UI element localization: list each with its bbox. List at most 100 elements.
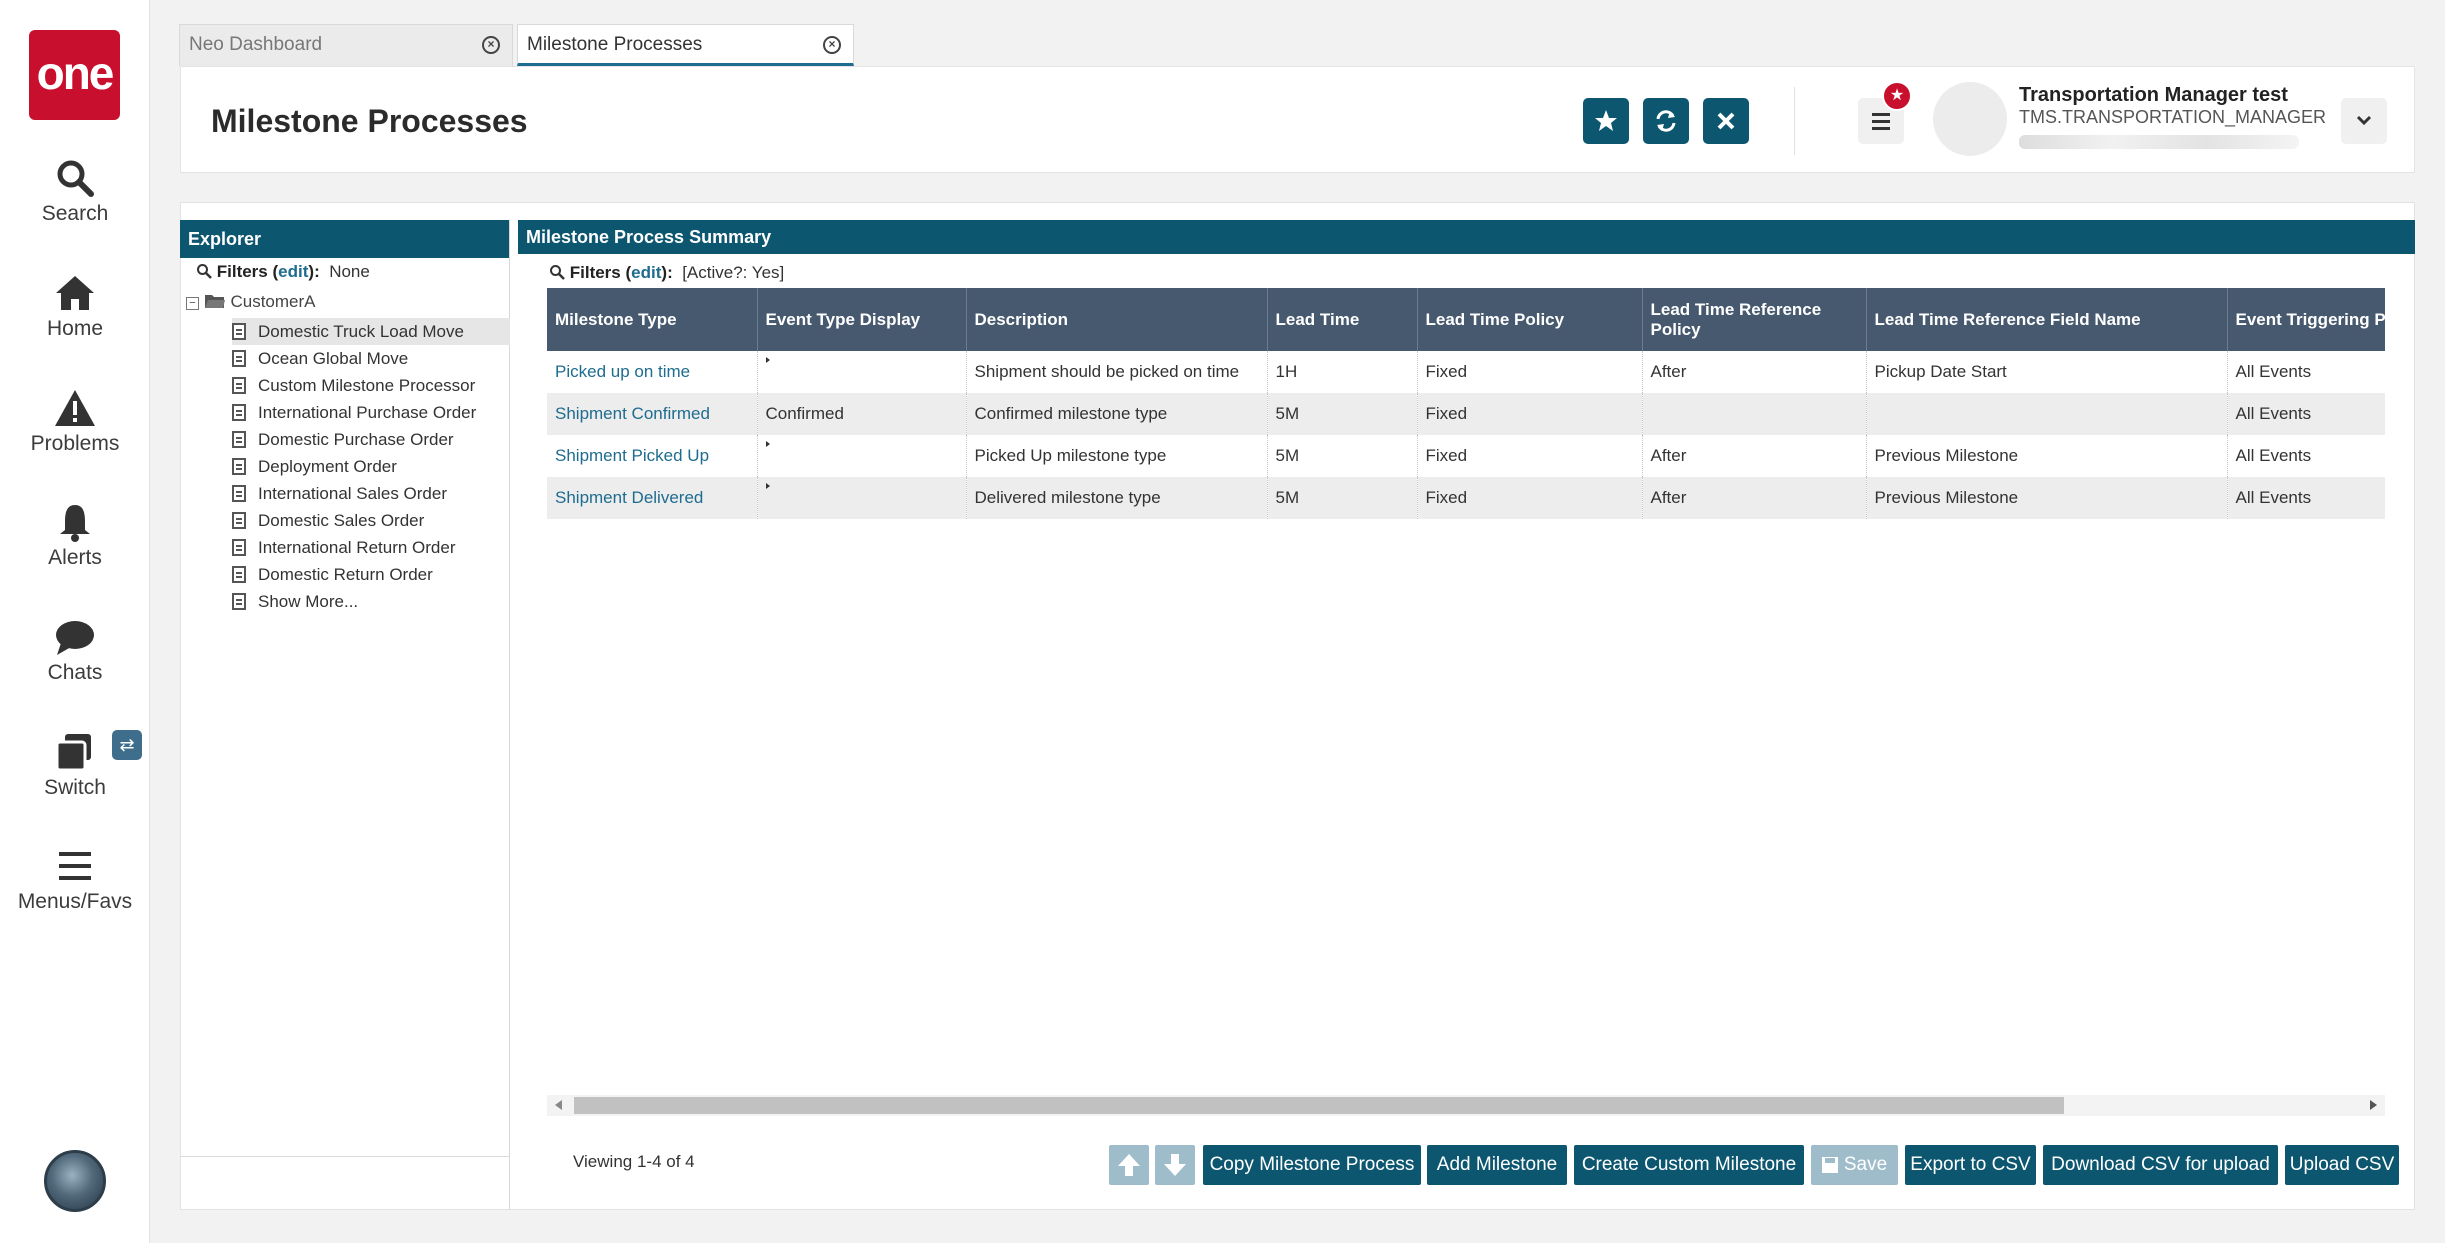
home-icon <box>56 276 94 310</box>
table-cell: Confirmed <box>757 393 967 435</box>
horizontal-scrollbar[interactable] <box>547 1095 2385 1116</box>
scroll-left-icon[interactable] <box>555 1100 562 1110</box>
explorer-divider <box>180 1156 510 1157</box>
document-icon <box>232 377 246 394</box>
tree-item-label: Deployment Order <box>258 457 397 476</box>
collapse-icon[interactable]: − <box>186 297 199 310</box>
export-csv-button[interactable]: Export to CSV <box>1905 1145 2036 1185</box>
table-cell: Shipment should be picked on time <box>966 351 1268 393</box>
tree-item[interactable]: Domestic Sales Order <box>232 507 510 534</box>
table-row[interactable]: Shipment Delivered Delivered milestone t… <box>547 477 2385 519</box>
table-cell <box>1866 393 2228 435</box>
favorite-button[interactable] <box>1583 98 1629 144</box>
table-cell[interactable] <box>757 477 967 519</box>
filters-edit-link[interactable]: edit <box>631 263 661 282</box>
add-milestone-button[interactable]: Add Milestone <box>1427 1145 1567 1185</box>
arrow-down-icon <box>1164 1154 1186 1176</box>
nav-alerts[interactable]: Alerts <box>0 502 150 570</box>
table-row[interactable]: Picked up on time Shipment should be pic… <box>547 351 2385 393</box>
table-cell <box>1642 393 1867 435</box>
nav-chats[interactable]: Chats <box>0 617 150 685</box>
scroll-right-icon[interactable] <box>2370 1100 2377 1110</box>
summary-filters: Filters (edit): [Active?: Yes] <box>549 263 784 283</box>
tree-item[interactable]: International Purchase Order <box>232 399 510 426</box>
tree-item[interactable]: Domestic Purchase Order <box>232 426 510 453</box>
nav-problems[interactable]: Problems <box>0 388 150 456</box>
user-detail-redacted <box>2019 135 2299 149</box>
assistant-avatar[interactable] <box>44 1150 106 1212</box>
page-header: Milestone Processes ★ Transportation Man… <box>180 66 2415 173</box>
tree-root-label: CustomerA <box>230 292 316 311</box>
create-custom-milestone-button[interactable]: Create Custom Milestone <box>1574 1145 1804 1185</box>
tree-item[interactable]: Deployment Order <box>232 453 510 480</box>
move-down-button[interactable] <box>1155 1145 1195 1185</box>
milestone-link[interactable]: Shipment Delivered <box>555 488 703 507</box>
scrollbar-thumb[interactable] <box>574 1097 2064 1114</box>
tree-item[interactable]: International Return Order <box>232 534 510 561</box>
save-button[interactable]: Save <box>1811 1145 1898 1185</box>
column-header[interactable]: Lead Time Policy <box>1417 288 1643 351</box>
arrow-up-icon <box>1118 1154 1140 1176</box>
expand-arrow-icon[interactable] <box>765 441 770 447</box>
column-header[interactable]: Lead Time Reference Policy <box>1642 288 1867 351</box>
table-cell: All Events <box>2227 393 2385 435</box>
upload-csv-button[interactable]: Upload CSV <box>2285 1145 2399 1185</box>
download-csv-button[interactable]: Download CSV for upload <box>2043 1145 2278 1185</box>
search-icon <box>197 264 212 279</box>
tree-item[interactable]: Domestic Return Order <box>232 561 510 588</box>
tree-item-label: Domestic Return Order <box>258 565 433 584</box>
column-header[interactable]: Milestone Type <box>547 288 758 351</box>
table-cell[interactable] <box>757 351 967 393</box>
table-row[interactable]: Shipment Confirmed Confirmed Confirmed m… <box>547 393 2385 435</box>
nav-home[interactable]: Home <box>0 273 150 341</box>
one-logo[interactable]: one <box>29 30 120 120</box>
column-header[interactable]: Lead Time Reference Field Name <box>1866 288 2228 351</box>
close-icon[interactable]: × <box>823 36 841 54</box>
tab-label: Milestone Processes <box>527 34 703 55</box>
tab-milestone-processes[interactable]: Milestone Processes × <box>517 24 854 66</box>
star-icon <box>1595 110 1617 131</box>
table-cell: Delivered milestone type <box>966 477 1268 519</box>
tree-item-label: Domestic Sales Order <box>258 511 425 530</box>
column-header[interactable]: Description <box>966 288 1268 351</box>
avatar[interactable] <box>1933 82 2007 156</box>
tree-item[interactable]: Custom Milestone Processor <box>232 372 510 399</box>
switch-badge-icon[interactable]: ⇄ <box>112 730 142 760</box>
switch-icon <box>55 734 91 772</box>
tree-item[interactable]: Ocean Global Move <box>232 345 510 372</box>
tree-item[interactable]: International Sales Order <box>232 480 510 507</box>
document-icon <box>232 404 246 421</box>
expand-arrow-icon[interactable] <box>765 483 770 489</box>
milestone-link[interactable]: Shipment Picked Up <box>555 446 709 465</box>
expand-arrow-icon[interactable] <box>765 357 770 363</box>
copy-milestone-process-button[interactable]: Copy Milestone Process <box>1203 1145 1421 1185</box>
filters-edit-link[interactable]: edit <box>278 262 308 281</box>
tree-item-label: Domestic Purchase Order <box>258 430 454 449</box>
nav-label: Alerts <box>48 546 102 569</box>
column-header[interactable]: Event Triggering Po <box>2227 288 2385 351</box>
table-cell[interactable] <box>757 435 967 477</box>
chat-icon <box>56 621 94 655</box>
nav-menus-favs[interactable]: Menus/Favs <box>0 846 150 914</box>
table-cell: After <box>1642 435 1867 477</box>
show-more-link[interactable]: Show More... <box>232 588 510 615</box>
document-icon <box>232 458 246 475</box>
milestone-link[interactable]: Picked up on time <box>555 362 690 381</box>
column-header[interactable]: Lead Time <box>1267 288 1418 351</box>
milestone-link[interactable]: Shipment Confirmed <box>555 404 710 423</box>
tree-item[interactable]: Domestic Truck Load Move <box>232 318 510 345</box>
warning-icon <box>55 390 95 426</box>
table-cell: After <box>1642 477 1867 519</box>
refresh-button[interactable] <box>1643 98 1689 144</box>
close-icon[interactable]: × <box>482 36 500 54</box>
user-dropdown-button[interactable] <box>2341 98 2387 144</box>
table-row[interactable]: Shipment Picked Up Picked Up milestone t… <box>547 435 2385 477</box>
move-up-button[interactable] <box>1109 1145 1149 1185</box>
search-icon <box>57 160 94 197</box>
column-header[interactable]: Event Type Display <box>757 288 967 351</box>
close-page-button[interactable] <box>1703 98 1749 144</box>
nav-search[interactable]: Search <box>0 158 150 226</box>
header-divider <box>1794 87 1795 155</box>
tab-neo-dashboard[interactable]: Neo Dashboard × <box>179 24 513 66</box>
tree-root[interactable]: − CustomerA <box>186 292 316 312</box>
